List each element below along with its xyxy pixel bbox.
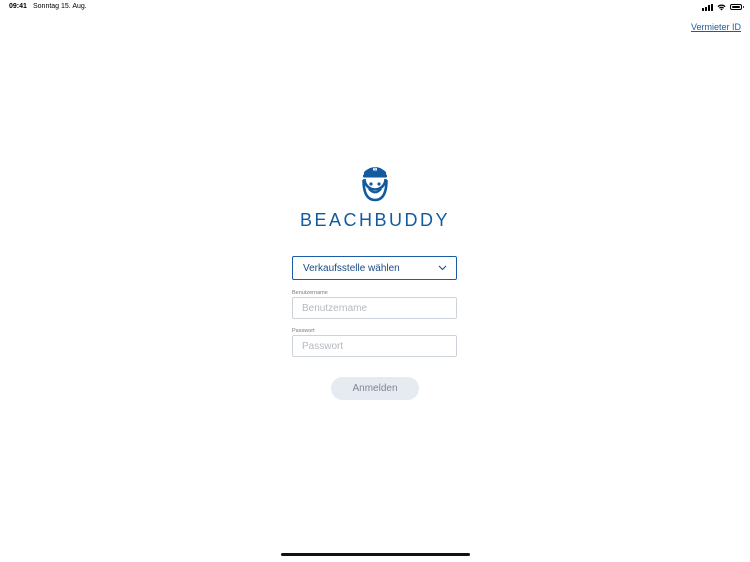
- brand-name: BEACHBUDDY: [299, 210, 451, 230]
- home-indicator: [281, 553, 470, 556]
- status-date: Sonntag 15. Aug.: [33, 3, 87, 10]
- wifi-icon: [717, 4, 726, 10]
- login-form: Verkaufsstelle wählen Benutzername Passw…: [292, 256, 458, 357]
- chevron-down-icon: [438, 265, 447, 271]
- login-screen: 09:41 Sonntag 15. Aug. Vermieter ID BEAC…: [0, 0, 750, 562]
- status-bar: 09:41 Sonntag 15. Aug.: [0, 0, 750, 14]
- battery-icon: [730, 4, 744, 10]
- vermieter-id-link[interactable]: Vermieter ID: [691, 22, 741, 32]
- password-field[interactable]: [292, 335, 457, 357]
- captain-smiley-icon: [362, 167, 388, 202]
- password-label: Passwort: [292, 328, 315, 334]
- salespoint-select-value: Verkaufsstelle wählen: [303, 262, 400, 274]
- cellular-signal-icon: [702, 3, 713, 11]
- brand-logo: BEACHBUDDY: [0, 162, 750, 231]
- username-field[interactable]: [292, 297, 457, 319]
- salespoint-select[interactable]: Verkaufsstelle wählen: [292, 256, 457, 280]
- status-time: 09:41: [9, 3, 27, 10]
- login-button[interactable]: Anmelden: [331, 377, 419, 400]
- status-icons: [702, 3, 744, 11]
- username-label: Benutzername: [292, 290, 328, 296]
